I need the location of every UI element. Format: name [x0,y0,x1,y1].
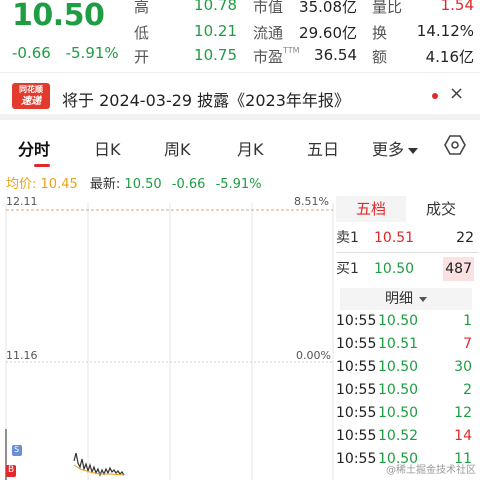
buy-label: 买1 [336,261,359,277]
sell-label: 卖1 [336,230,359,246]
stat-label-amount: 额 [372,48,388,66]
announcement-bar[interactable]: 同花顺 速递 将于 2024-03-29 披露《2023年年报》 [0,72,480,120]
trade-price: 10.52 [378,428,419,444]
price-change: -0.66 -5.91% [12,44,129,62]
latest-label: 最新: [89,177,121,192]
stat-label-low: 低 [134,24,150,42]
chart-tabs: 分时 日K 周K 月K 五日 更多 [0,128,480,168]
stat-label-open: 开 [134,48,150,66]
order-book-panel: 五档 成交 卖1 10.51 22 买1 10.50 487 明细 10:55 … [336,196,480,480]
stat-value-turnover: 14.12% [416,22,474,40]
intraday-info-line: 均价: 10.45 最新: 10.50 -0.66 -5.91% [6,173,262,192]
trade-row: 10:55 10.52 14 [336,425,476,447]
tab-monthly-k[interactable]: 月K [237,136,264,160]
trade-volume: 1 [463,313,472,329]
quote-header: 10.50 -0.66 -5.91% 高 10.78 低 10.21 开 10.… [0,0,480,72]
current-price: 10.50 [12,0,105,33]
price-line [73,452,125,477]
logo-line-2: 速递 [21,96,41,107]
active-tab-indicator [34,164,50,167]
top-pct-label: 8.51% [294,195,329,208]
trade-time: 10:55 [336,405,377,421]
stat-value-pe: 36.54 [314,46,357,64]
trade-price: 10.50 [378,359,419,375]
stat-value-open: 10.75 [194,46,237,64]
stat-label-float: 流通 [253,24,284,42]
stat-value-low: 10.21 [194,22,237,40]
trade-row: 10:55 10.51 7 [336,333,476,355]
trade-time: 10:55 [336,428,377,444]
stat-label-volume-ratio: 量比 [372,0,403,16]
book-divider [336,252,478,253]
sell-marker-label: S [14,445,20,454]
stat-value-volume-ratio: 1.54 [440,0,474,14]
change-amount: -0.66 [12,44,51,62]
tab-five-day[interactable]: 五日 [307,136,339,160]
sell-price: 10.51 [374,230,415,246]
sell-volume: 22 [456,230,474,246]
buy-marker-label: B [8,465,15,475]
announcement-text[interactable]: 将于 2024-03-29 披露《2023年年报》 [62,87,350,111]
trade-volume: 7 [463,336,472,352]
trade-volume: 12 [454,405,472,421]
stat-label-high: 高 [134,0,150,16]
mid-pct-label: 0.00% [296,349,331,362]
trade-time: 10:55 [336,359,377,375]
trade-price: 10.50 [378,382,419,398]
tab-weekly-k[interactable]: 周K [164,136,191,160]
stat-label-turnover: 换 [372,24,388,42]
ths-express-logo: 同花顺 速递 [12,83,50,109]
latest-value: 10.50 [124,177,162,192]
detail-dropdown[interactable]: 明细 [340,288,472,310]
buy-price: 10.50 [374,261,415,277]
trade-volume: 14 [454,428,472,444]
tab-daily-k[interactable]: 日K [94,136,121,160]
info-change-pct: -5.91% [215,177,262,192]
trade-price: 10.51 [378,336,419,352]
tab-more[interactable]: 更多 [372,136,418,160]
chart-canvas [5,203,334,480]
stat-value-float: 29.60亿 [299,24,357,42]
tab-five-levels[interactable]: 五档 [336,196,406,222]
stat-label-market-cap: 市值 [253,0,284,16]
info-change: -0.66 [171,177,206,192]
mid-price-label: 11.16 [6,349,38,362]
trade-time: 10:55 [336,382,377,398]
sell-level-1: 卖1 10.51 22 [336,226,478,250]
intraday-chart[interactable]: 12.11 8.51% 11.16 0.00% S B [0,193,336,480]
trade-volume: 30 [454,359,472,375]
stat-value-amount: 4.16亿 [425,48,474,66]
change-percent: -5.91% [65,44,119,62]
avg-price-line [73,464,125,476]
stat-value-market-cap: 35.08亿 [299,0,357,16]
buy-volume: 487 [443,257,474,281]
unread-dot-icon [432,93,438,99]
trade-time: 10:55 [336,313,377,329]
close-icon[interactable]: × [449,83,464,104]
avg-price-label: 均价: [6,177,37,192]
tab-intraday[interactable]: 分时 [18,136,50,160]
trade-row: 10:55 10.50 2 [336,379,476,401]
tab-transactions[interactable]: 成交 [406,196,476,222]
buy-level-1: 买1 10.50 487 [336,257,478,281]
trade-row: 10:55 10.50 12 [336,402,476,424]
trade-row: 10:55 10.50 30 [336,356,476,378]
trade-price: 10.50 [378,313,419,329]
settings-hexagon-icon[interactable] [444,134,466,156]
ttm-tag: TTM [283,46,300,55]
avg-price-value: 10.45 [40,177,78,192]
stat-value-high: 10.78 [194,0,237,14]
logo-line-1: 同花顺 [19,85,43,94]
trade-time: 10:55 [336,451,377,467]
trade-row: 10:55 10.50 1 [336,310,476,332]
top-price-label: 12.11 [6,195,38,208]
watermark: @稀土掘金技术社区 [386,465,476,476]
pe-label-text: 市盈 [253,48,284,66]
panel-tabs: 五档 成交 [336,196,476,222]
trade-volume: 2 [463,382,472,398]
trade-time: 10:55 [336,336,377,352]
trade-price: 10.50 [378,405,419,421]
stat-label-pe: 市盈TTM [253,46,300,67]
